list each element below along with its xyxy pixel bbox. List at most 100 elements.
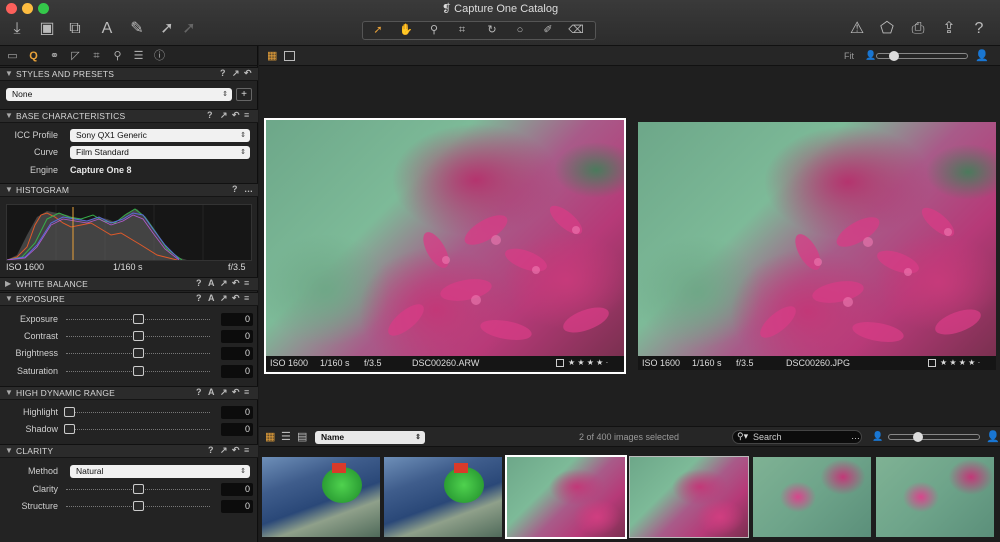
compare-photo-frame[interactable]: ISO 1600 1/160 s f/3.5 DSC00260.JPG ★ ★ … (638, 122, 998, 372)
hand-icon[interactable]: ✋ (393, 22, 419, 39)
search-field[interactable]: ⚲▾ Search … (732, 430, 862, 444)
exposure-slider[interactable] (66, 313, 210, 325)
contrast-slider[interactable] (66, 330, 210, 342)
process-icon[interactable]: ⬠ (876, 18, 898, 40)
collapse-triangle-icon[interactable]: ▼ (5, 294, 13, 303)
collapse-triangle-icon[interactable]: ▼ (5, 446, 13, 455)
capture-icon[interactable]: ▣ (36, 18, 58, 40)
slider-knob[interactable] (133, 501, 144, 511)
thumbnail-size-slider[interactable] (888, 432, 980, 442)
clarity-method-select[interactable]: Natural ⇕ (70, 465, 250, 478)
slider-knob[interactable] (133, 484, 144, 494)
selected-photo-frame[interactable]: ISO 1600 1/160 s f/3.5 DSC00260.ARW ★ ★ … (264, 118, 626, 374)
curve-select[interactable]: Film Standard ⇕ (70, 146, 250, 159)
hdr-header[interactable]: ▼ HIGH DYNAMIC RANGE ? A ↗ ↶ ≡ (0, 386, 258, 400)
base-characteristics-header[interactable]: ▼ BASE CHARACTERISTICS ? ↗ ↶ ≡ (0, 109, 258, 123)
thumbnail[interactable] (630, 457, 748, 537)
icc-profile-select[interactable]: Sony QX1 Generic ⇕ (70, 129, 250, 142)
sort-select[interactable]: Name ⇕ (315, 431, 425, 444)
brush-icon[interactable]: ✎ (126, 18, 148, 40)
jpg-photo[interactable] (638, 122, 996, 356)
contrast-value[interactable]: 0 (221, 330, 253, 343)
reset-icon[interactable]: ↶ (232, 445, 240, 456)
clarity-slider[interactable] (66, 483, 210, 495)
color-tag-checkbox[interactable] (556, 359, 564, 367)
auto-icon[interactable]: A (208, 293, 215, 303)
menu-icon[interactable]: ≡ (244, 445, 249, 455)
more-icon[interactable]: … (851, 431, 860, 441)
crop-icon[interactable]: ⌗ (88, 48, 105, 64)
reset-icon[interactable]: ↶ (232, 293, 240, 304)
copy-icon[interactable]: ↗ (220, 278, 228, 289)
star-rating[interactable]: ★ ★ ★ ★ · (568, 356, 608, 370)
star-rating[interactable]: ★ ★ ★ ★ · (940, 356, 980, 370)
info-icon[interactable]: ⓘ (151, 48, 168, 64)
highlight-slider[interactable] (64, 406, 210, 418)
collapse-triangle-icon[interactable]: ▼ (5, 388, 13, 397)
text-tool-icon[interactable]: A (96, 18, 118, 40)
filmstrip-view-icon[interactable]: ▤ (297, 430, 307, 443)
import-icon[interactable]: ⤓ (6, 18, 28, 40)
reset-icon[interactable]: ↶ (232, 387, 240, 398)
help-icon[interactable]: ? (196, 278, 202, 288)
exposure-value[interactable]: 0 (221, 313, 253, 326)
slider-knob[interactable] (64, 424, 75, 434)
menu-icon[interactable]: ≡ (244, 278, 249, 288)
thumbnail-slider-knob[interactable] (913, 432, 923, 442)
reset-icon[interactable]: ↶ (232, 278, 240, 289)
brightness-value[interactable]: 0 (221, 347, 253, 360)
color-icon[interactable]: ⚭ (46, 48, 63, 64)
capture-tab-icon[interactable]: Q (25, 48, 42, 64)
detail-icon[interactable]: ⚲ (109, 48, 126, 64)
collapse-triangle-icon[interactable]: ▼ (5, 111, 13, 120)
exposure-header[interactable]: ▼ EXPOSURE ? A ↗ ↶ ≡ (0, 292, 258, 306)
circle-icon[interactable]: ○ (507, 22, 533, 39)
color-tag-checkbox[interactable] (928, 359, 936, 367)
thumbnail[interactable] (262, 457, 380, 537)
eraser-icon[interactable]: ⌫ (563, 22, 589, 39)
more-icon[interactable]: … (244, 184, 253, 194)
clarity-header[interactable]: ▼ CLARITY ? ↗ ↶ ≡ (0, 444, 258, 458)
add-style-button[interactable]: + (236, 88, 252, 101)
style-preset-select[interactable]: None ⇕ (6, 88, 232, 101)
slider-knob[interactable] (133, 366, 144, 376)
clarity-value[interactable]: 0 (221, 483, 253, 496)
reset-icon[interactable]: ↶ (232, 110, 240, 121)
saturation-value[interactable]: 0 (221, 365, 253, 378)
structure-value[interactable]: 0 (221, 500, 253, 513)
zoom-slider-knob[interactable] (889, 51, 899, 61)
saturation-slider[interactable] (66, 365, 210, 377)
expand-triangle-icon[interactable]: ▶ (5, 279, 11, 288)
help-icon[interactable]: ? (196, 387, 202, 397)
help-icon[interactable]: ? (968, 18, 990, 40)
selected-thumbnail-frame[interactable] (629, 456, 749, 538)
list-view-icon[interactable]: ☰ (281, 430, 291, 443)
white-balance-header[interactable]: ▶ WHITE BALANCE ? A ↗ ↶ ≡ (0, 277, 258, 291)
warning-icon[interactable]: ⚠ (846, 18, 868, 40)
highlight-value[interactable]: 0 (221, 406, 253, 419)
menu-icon[interactable]: ≡ (244, 293, 249, 303)
help-icon[interactable]: ? (220, 68, 226, 78)
help-icon[interactable]: ? (232, 184, 238, 194)
help-icon[interactable]: ? (207, 110, 213, 120)
copy-icon[interactable]: ↗ (220, 445, 228, 456)
crop-icon[interactable]: ⌗ (449, 22, 475, 39)
help-icon[interactable]: ? (208, 445, 214, 455)
copy-icon[interactable]: ↗ (220, 110, 228, 121)
shadow-slider[interactable] (64, 423, 210, 435)
grid-view-icon[interactable]: ▦ (265, 430, 275, 443)
thumbnail[interactable] (876, 457, 994, 537)
menu-icon[interactable]: ≡ (244, 387, 249, 397)
print-icon[interactable]: ⎙ (907, 18, 929, 40)
shadow-value[interactable]: 0 (221, 423, 253, 436)
thumbnail[interactable] (753, 457, 871, 537)
metadata-icon[interactable]: ☰ (130, 48, 147, 64)
picker-icon[interactable]: ✐ (535, 22, 561, 39)
slider-knob[interactable] (133, 331, 144, 341)
slider-knob[interactable] (133, 314, 144, 324)
raw-photo[interactable] (266, 120, 624, 356)
single-view-icon[interactable] (284, 51, 295, 61)
collapse-triangle-icon[interactable]: ▼ (5, 185, 13, 194)
copy-icon[interactable]: ↗ (220, 387, 228, 398)
styles-presets-header[interactable]: ▼ STYLES AND PRESETS ? ↗ ↶ (0, 67, 258, 81)
